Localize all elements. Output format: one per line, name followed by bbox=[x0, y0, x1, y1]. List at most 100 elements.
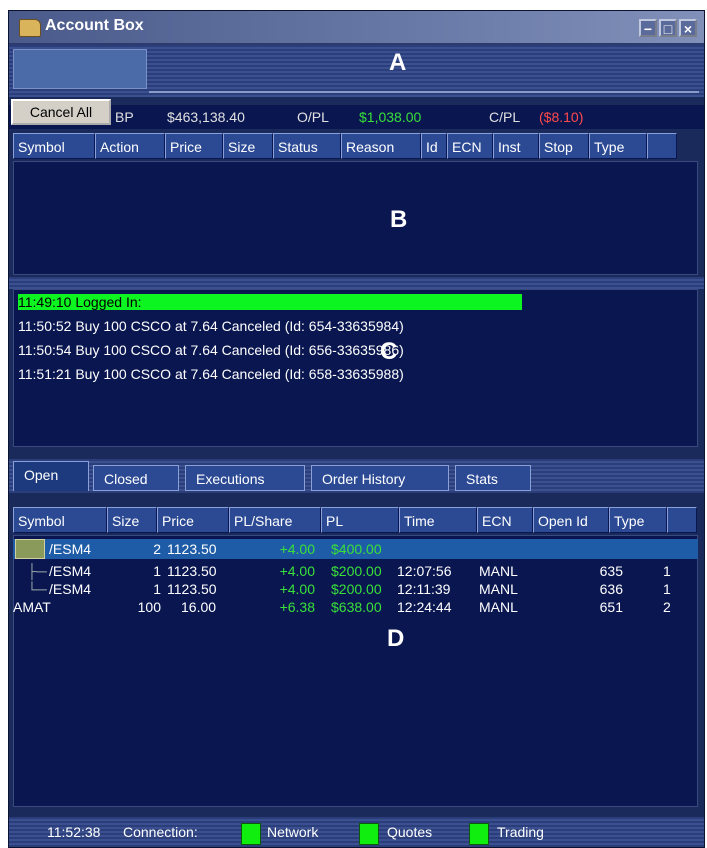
column-pl-share[interactable]: PL/Share bbox=[229, 507, 321, 533]
cell-symbol: /ESM4 bbox=[49, 581, 92, 597]
status-bar: 11:52:38 Connection: Network Quotes Trad… bbox=[9, 817, 704, 847]
cell-time: 12:24:44 bbox=[397, 599, 452, 615]
table-row[interactable]: /ESM4 2 1123.50 +4.00 $400.00 bbox=[13, 539, 698, 559]
column-action[interactable]: Action bbox=[95, 133, 165, 159]
tab-open[interactable]: Open bbox=[13, 461, 89, 491]
column-symbol[interactable]: Symbol bbox=[13, 507, 107, 533]
cell-type: 1 bbox=[663, 581, 671, 597]
tree-connector: ├─ bbox=[27, 563, 47, 579]
cell-time: 12:07:56 bbox=[397, 563, 452, 579]
cell-size: 100 bbox=[137, 599, 161, 615]
column-ecn[interactable]: ECN bbox=[477, 507, 533, 533]
marker-c: C bbox=[380, 338, 398, 365]
log-line-highlight: 11:49:10 Logged In: bbox=[18, 294, 522, 310]
status-time: 11:52:38 bbox=[47, 824, 101, 840]
maximize-button[interactable]: □ bbox=[659, 19, 677, 37]
cell-pl-share: +4.00 bbox=[279, 581, 315, 597]
column-size[interactable]: Size bbox=[107, 507, 157, 533]
tab-executions[interactable]: Executions bbox=[185, 465, 305, 491]
column-symbol[interactable]: Symbol bbox=[13, 133, 95, 159]
opl-label: O/PL bbox=[297, 109, 329, 125]
cell-pl-share: +4.00 bbox=[279, 563, 315, 579]
log-panel[interactable]: 11:49:10 Logged In: 11:50:52 Buy 100 CSC… bbox=[13, 289, 698, 447]
cell-open-id: 635 bbox=[599, 563, 623, 579]
title-bar[interactable]: Account Box − □ × bbox=[9, 11, 704, 45]
connection-label: Connection: bbox=[123, 824, 198, 840]
column-time[interactable]: Time bbox=[399, 507, 477, 533]
tab-stats[interactable]: Stats bbox=[455, 465, 531, 491]
log-line: 11:51:21 Buy 100 CSCO at 7.64 Canceled (… bbox=[18, 366, 404, 382]
minimize-button[interactable]: − bbox=[639, 19, 657, 37]
close-button[interactable]: × bbox=[679, 19, 697, 37]
folder-icon bbox=[19, 19, 41, 37]
cell-size: 1 bbox=[153, 563, 161, 579]
cell-symbol: AMAT bbox=[13, 599, 51, 615]
bp-label: BP bbox=[115, 109, 134, 125]
group-icon bbox=[15, 539, 45, 559]
cell-pl: $200.00 bbox=[331, 563, 382, 579]
cell-symbol: /ESM4 bbox=[49, 541, 92, 557]
cell-open-id: 636 bbox=[599, 581, 623, 597]
column-status[interactable]: Status bbox=[273, 133, 341, 159]
cell-pl-share: +4.00 bbox=[279, 541, 315, 557]
quotes-label: Quotes bbox=[387, 824, 433, 840]
cancel-all-button[interactable]: Cancel All bbox=[11, 99, 111, 125]
account-summary-bar: Cancel All BP $463,138.40 O/PL $1,038.00… bbox=[9, 99, 704, 129]
cpl-label: C/PL bbox=[489, 109, 521, 125]
quotes-indicator-icon bbox=[359, 823, 379, 845]
column-pl[interactable]: PL bbox=[321, 507, 399, 533]
cell-pl: $638.00 bbox=[331, 599, 382, 615]
splitter-1[interactable] bbox=[9, 277, 704, 289]
table-row[interactable]: AMAT 100 16.00 +6.38 $638.00 12:24:44 MA… bbox=[13, 597, 698, 617]
trading-label: Trading bbox=[497, 824, 544, 840]
marker-a: A bbox=[389, 49, 407, 76]
bp-value: $463,138.40 bbox=[167, 109, 245, 125]
cell-price: 1123.50 bbox=[167, 541, 217, 557]
cell-price: 1123.50 bbox=[167, 563, 217, 579]
marker-b: B bbox=[390, 206, 408, 233]
cpl-value: ($8.10) bbox=[539, 109, 584, 125]
table-row[interactable]: └─ /ESM4 1 1123.50 +4.00 $200.00 12:11:3… bbox=[13, 579, 698, 599]
column-filler bbox=[647, 133, 677, 159]
toolbar: A bbox=[9, 45, 704, 97]
column-inst[interactable]: Inst bbox=[493, 133, 539, 159]
tab-bar: Open Closed Executions Order History Sta… bbox=[9, 459, 704, 493]
cell-size: 2 bbox=[153, 541, 161, 557]
column-stop[interactable]: Stop bbox=[539, 133, 589, 159]
network-label: Network bbox=[267, 824, 319, 840]
cell-time: 12:11:39 bbox=[397, 581, 451, 597]
table-row[interactable]: ├─ /ESM4 1 1123.50 +4.00 $200.00 12:07:5… bbox=[13, 561, 698, 581]
opl-value: $1,038.00 bbox=[359, 109, 422, 125]
toolbar-tab[interactable] bbox=[13, 49, 147, 89]
network-indicator-icon bbox=[241, 823, 261, 845]
cell-ecn: MANL bbox=[479, 599, 518, 615]
orders-panel[interactable]: B bbox=[13, 161, 698, 275]
cell-type: 1 bbox=[663, 563, 671, 579]
log-line: 11:50:54 Buy 100 CSCO at 7.64 Canceled (… bbox=[18, 342, 404, 358]
column-price[interactable]: Price bbox=[165, 133, 223, 159]
column-type[interactable]: Type bbox=[609, 507, 667, 533]
orders-header: Symbol Action Price Size Status Reason I… bbox=[13, 133, 677, 161]
column-reason[interactable]: Reason bbox=[341, 133, 421, 159]
column-id[interactable]: Id bbox=[421, 133, 447, 159]
cell-pl: $400.00 bbox=[331, 541, 382, 557]
marker-d: D bbox=[387, 625, 405, 652]
trading-indicator-icon bbox=[469, 823, 489, 845]
log-line: 11:50:52 Buy 100 CSCO at 7.64 Canceled (… bbox=[18, 318, 404, 334]
cell-open-id: 651 bbox=[599, 599, 623, 615]
account-box-window: Account Box − □ × A Cancel All BP $463,1… bbox=[8, 10, 705, 848]
tab-order-history[interactable]: Order History bbox=[311, 465, 449, 491]
positions-header: Symbol Size Price PL/Share PL Time ECN O… bbox=[13, 507, 697, 535]
cell-price: 16.00 bbox=[181, 599, 217, 615]
cell-type: 2 bbox=[663, 599, 671, 615]
column-size[interactable]: Size bbox=[223, 133, 273, 159]
window-title: Account Box bbox=[45, 17, 144, 34]
column-type[interactable]: Type bbox=[589, 133, 647, 159]
cell-size: 1 bbox=[153, 581, 161, 597]
cell-pl-share: +6.38 bbox=[279, 599, 315, 615]
tab-closed[interactable]: Closed bbox=[93, 465, 179, 491]
column-ecn[interactable]: ECN bbox=[447, 133, 493, 159]
cell-ecn: MANL bbox=[479, 563, 518, 579]
column-open-id[interactable]: Open Id bbox=[533, 507, 609, 533]
column-price[interactable]: Price bbox=[157, 507, 229, 533]
